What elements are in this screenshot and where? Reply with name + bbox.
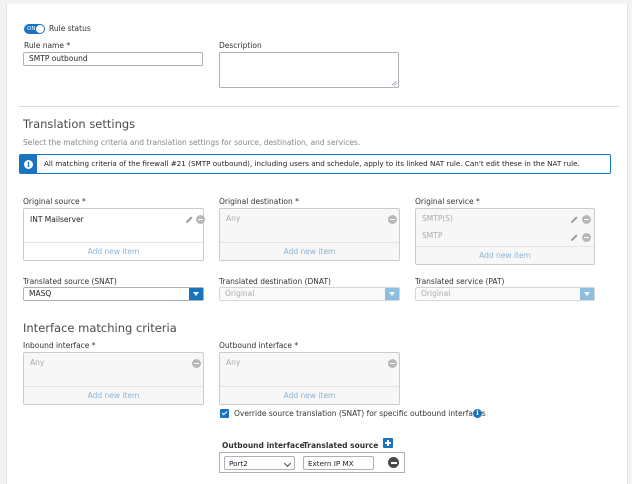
original-source-add-item[interactable]: Add new item [24,242,203,260]
info-banner-icon-box: i [20,155,37,173]
col-translated-source: Translated source [303,441,379,450]
list-item: SMTP [422,231,443,240]
selected-value: Port2 [229,459,248,468]
translated-service-select: Original [415,287,595,301]
translated-source-field[interactable]: Extern IP MX [303,456,374,470]
override-snat-checkbox[interactable] [220,409,229,418]
list-item: SMTP(S) [422,214,453,223]
original-source-list[interactable]: INT Mailserver Add new item [23,208,205,261]
translated-destination-select: Original [219,287,400,301]
rule-name-input[interactable]: SMTP outbound [23,52,203,66]
selected-value: MASQ [29,289,52,298]
remove-icon[interactable] [196,215,205,224]
original-destination-list: Any Add new item [219,208,400,261]
original-destination-add-item: Add new item [220,242,399,260]
info-icon[interactable]: i [473,409,482,418]
inbound-interface-list: Any Add new item [23,352,204,405]
chevron-down-icon[interactable] [189,288,203,300]
rule-status-label: Rule status [49,24,91,33]
translated-destination-label: Translated destination (DNAT) [219,277,331,286]
selected-value: Extern IP MX [308,459,354,468]
pencil-icon[interactable] [185,215,194,224]
original-source-label: Original source * [23,197,86,206]
selected-value: Original [421,289,451,298]
pencil-icon [570,216,578,224]
any-placeholder: Any [226,358,241,367]
rule-name-label: Rule name * [24,41,71,50]
pencil-icon [570,234,578,242]
divider [19,106,619,107]
rule-status-toggle[interactable]: ON [24,24,45,34]
description-label: Description [219,41,262,50]
remove-row-icon[interactable] [388,457,399,468]
resize-grip-icon[interactable] [392,81,397,86]
translated-source-select[interactable]: MASQ [23,287,204,301]
outbound-interface-label: Outbound interface * [219,341,299,350]
info-icon: i [24,159,33,169]
info-banner-message: All matching criteria of the firewall #2… [44,159,580,168]
remove-icon [388,215,397,224]
toggle-knob [36,25,44,33]
translation-settings-title: Translation settings [23,117,136,131]
remove-icon [582,215,591,224]
inbound-interface-label: Inbound interface * [23,341,96,350]
outbound-interface-list: Any Add new item [219,352,400,405]
translation-settings-subtitle: Select the matching criteria and transla… [23,138,361,147]
chevron-down-icon [580,288,594,300]
original-destination-label: Original destination * [219,197,299,206]
col-outbound-interface: Outbound interface [222,441,305,450]
list-item: INT Mailserver [30,215,84,224]
remove-icon [388,359,397,368]
add-row-plus-icon[interactable] [383,438,393,448]
description-textarea[interactable] [219,52,399,88]
interface-matching-title: Interface matching criteria [23,321,177,335]
selected-value: Original [225,289,255,298]
any-placeholder: Any [30,358,45,367]
table-row: Port2 Extern IP MX [219,452,405,473]
nat-rule-panel: ON Rule status Rule name * SMTP outbound… [6,4,628,484]
original-service-add-item: Add new item [416,246,594,264]
chevron-down-icon [385,288,399,300]
info-banner: i All matching criteria of the firewall … [19,154,611,174]
chevron-down-icon[interactable] [283,459,292,468]
remove-icon [192,359,201,368]
translated-source-label: Translated source (SNAT) [23,277,117,286]
inbound-add-item: Add new item [24,386,203,404]
any-placeholder: Any [226,214,241,223]
toggle-text: ON [27,26,36,32]
remove-icon [582,233,591,242]
override-snat-label: Override source translation (SNAT) for s… [234,409,486,418]
original-service-label: Original service * [415,197,480,206]
outbound-interface-select[interactable]: Port2 [224,456,295,470]
translated-service-label: Translated service (PAT) [415,277,505,286]
original-service-list: SMTP(S) SMTP Add new item [415,208,595,265]
outbound-add-item: Add new item [220,386,399,404]
